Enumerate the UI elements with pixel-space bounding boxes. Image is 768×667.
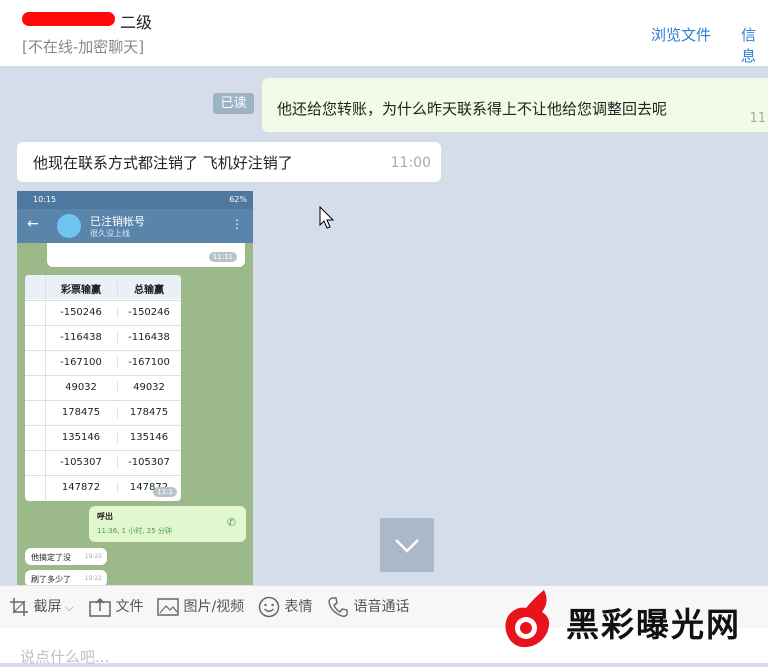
screenshot-label: 截屏 [33,599,62,615]
watermark: 黑彩曝光网 [500,588,760,654]
call-title: 呼出 [97,512,113,521]
call-detail: 11:36, 1 小时, 25 分钟 [97,527,172,535]
watermark-text: 黑彩曝光网 [566,605,741,644]
crop-icon [10,598,28,616]
upload-icon [89,597,111,617]
table-row: 49032 49032 [25,375,181,400]
phone-icon: ✆ [226,516,236,529]
mouse-cursor-icon [319,206,335,229]
outgoing-message[interactable]: 他还给您转账，为什么昨天联系得上不让他给您调整回去呢 11 [262,78,768,132]
phone-icon [328,597,348,617]
more-icon: ⋮ [231,217,243,231]
file-button[interactable]: 文件 [89,596,143,617]
message-time: 11:00 [390,155,431,171]
call-message: 呼出 11:36, 1 小时, 25 分钟 ✆ [89,506,246,542]
phone-contact-status: 很久没上线 [90,229,130,238]
ghost-avatar-icon [57,214,81,238]
read-badge: 已读 [213,93,254,114]
mini-message: 刷了多少了 19:22 [25,570,107,585]
chevron-down-icon: ⌵ [61,601,74,614]
result-table: 彩票输赢 总输赢 -150246 -150246 -116438 -116438 -… [25,275,181,501]
file-label: 文件 [115,599,144,615]
screenshot-button[interactable]: 截屏 ⌵ [9,596,73,617]
contact-level: 二级 [120,13,153,32]
smiley-icon [258,596,280,618]
message-time: 11 [749,111,766,126]
message-text: 他还给您转账，为什么昨天联系得上不让他给您调整回去呢 [277,100,668,118]
phone-contact-name: 已注销帐号 [90,215,145,228]
voice-call-button[interactable]: 语音通话 [327,596,409,618]
chat-header: 二级 [不在线-加密聊天] 浏览文件 信息 [0,0,768,67]
info-link[interactable]: 信息 [741,24,768,66]
emoji-label: 表情 [284,599,313,615]
contact-status: [不在线-加密聊天] [22,38,145,56]
column-header: 彩票输赢 [61,285,101,296]
table-row: -105307 -105307 [25,450,181,475]
chevron-down-icon [395,539,419,553]
voice-call-label: 语音通话 [353,599,410,615]
message-text: 他现在联系方式都注销了 飞机好注销了 [33,154,293,172]
image-video-button[interactable]: 图片/视频 [157,596,244,617]
table-row: -167100 -167100 [25,350,181,375]
incoming-message[interactable]: 他现在联系方式都注销了 飞机好注销了 11:00 [17,142,441,182]
back-arrow-icon: ← [27,216,39,232]
phone-time: 10:15 [33,195,57,204]
column-header: 总输赢 [117,281,180,296]
redacted-contact-name [22,12,115,26]
image-video-label: 图片/视频 [183,599,245,615]
emoji-button[interactable]: 表情 [258,596,312,618]
table-row: 178475 178475 [25,400,181,425]
table-row: 135146 135146 [25,425,181,450]
table-header: 彩票输赢 总输赢 [25,275,181,299]
mini-message: 他搞定了没 19:22 [25,548,107,565]
flame-logo-icon [505,590,550,648]
table-row: -150246 -150246 [25,300,181,325]
input-placeholder: 说点什么吧... [20,648,110,666]
table-time: 11:1 [153,487,177,497]
phone-top-message: 11:11 [47,243,245,267]
scroll-to-bottom-button[interactable] [380,518,434,572]
phone-top-time: 11:11 [208,252,237,262]
table-row: -116438 -116438 [25,325,181,350]
image-icon [157,598,179,616]
phone-status-bar: 10:15 62% [17,191,253,209]
phone-title-bar: ← 已注销帐号 很久没上线 ⋮ [17,209,253,243]
browse-files-link[interactable]: 浏览文件 [651,24,711,45]
screenshot-image[interactable]: 10:15 62% ← 已注销帐号 很久没上线 ⋮ 11:11 彩票输赢 总输赢… [17,191,253,585]
phone-battery: 62% [229,195,247,204]
chat-area[interactable]: 已读 他还给您转账，为什么昨天联系得上不让他给您调整回去呢 11 他现在联系方式… [0,67,768,585]
